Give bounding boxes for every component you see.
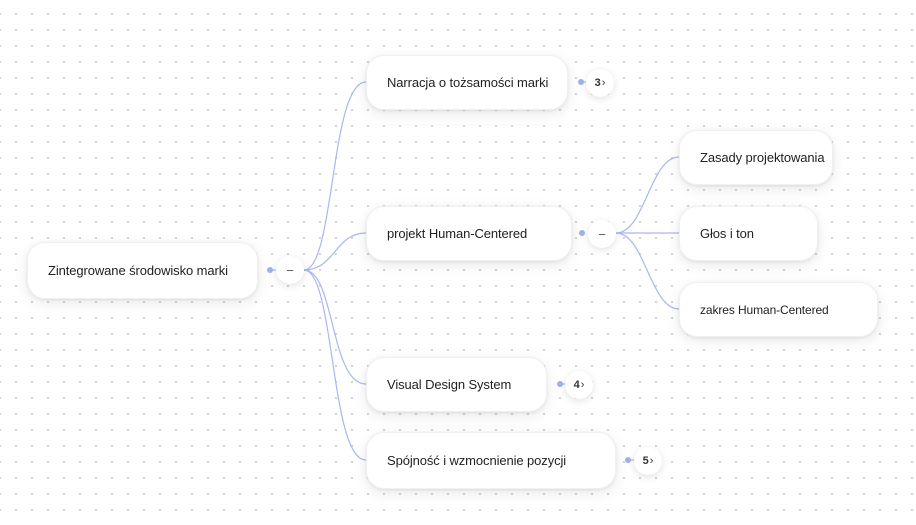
branch-node-label: Narracja o tożsamości marki	[387, 75, 549, 90]
child-node-label: zakres Human-Centered	[700, 302, 829, 317]
branch-4-expand-badge[interactable]: 5 ›	[634, 447, 662, 475]
edge-root-to-branch-3	[303, 269, 367, 385]
chevron-right-icon: ›	[601, 77, 606, 89]
mind-map-canvas[interactable]: Zintegrowane środowisko marki − Narracja…	[0, 0, 916, 525]
edge-root-to-branch-1	[303, 81, 367, 271]
branch-node-label: Spójność i wzmocnienie pozycji	[387, 453, 567, 468]
root-collapse-toggle[interactable]: −	[276, 256, 304, 284]
branch-1-expand-badge[interactable]: 3 ›	[586, 69, 614, 97]
chevron-right-icon: ›	[580, 379, 585, 391]
branch-node-human-centered-design[interactable]: projekt Human-Centered	[366, 206, 572, 261]
edge-branch-2-to-child-1	[615, 156, 680, 234]
child-node-voice-and-tone[interactable]: Głos i ton	[679, 206, 818, 261]
branch-node-brand-narrative[interactable]: Narracja o tożsamości marki	[366, 55, 568, 110]
chevron-right-icon: ›	[649, 455, 654, 467]
child-node-design-principles[interactable]: Zasady projektowania	[679, 130, 833, 185]
branch-4-connector-dot	[625, 457, 631, 463]
branch-2-collapse-toggle[interactable]: −	[588, 220, 616, 248]
branch-3-expand-badge[interactable]: 4 ›	[565, 371, 593, 399]
child-node-label: Zasady projektowania	[700, 150, 825, 165]
collapsed-count: 5	[642, 455, 649, 467]
edge-branch-2-to-child-3	[615, 232, 680, 310]
collapsed-count: 4	[573, 379, 580, 391]
branch-node-visual-design-system[interactable]: Visual Design System	[366, 357, 547, 412]
root-node-label: Zintegrowane środowisko marki	[48, 263, 228, 278]
branch-3-connector-dot	[557, 381, 563, 387]
branch-node-consistency-and-positioning[interactable]: Spójność i wzmocnienie pozycji	[366, 432, 616, 489]
branch-node-label: projekt Human-Centered	[387, 226, 528, 241]
child-node-human-centered-scope[interactable]: zakres Human-Centered	[679, 282, 878, 337]
edge-root-to-branch-4	[303, 269, 367, 461]
branch-2-connector-dot	[579, 230, 585, 236]
collapsed-count: 3	[594, 77, 601, 89]
edge-root-to-branch-2	[303, 232, 367, 271]
child-node-label: Głos i ton	[700, 226, 754, 241]
root-node[interactable]: Zintegrowane środowisko marki	[27, 242, 258, 299]
branch-node-label: Visual Design System	[387, 377, 512, 392]
root-connector-dot	[267, 267, 273, 273]
branch-1-connector-dot	[578, 79, 584, 85]
